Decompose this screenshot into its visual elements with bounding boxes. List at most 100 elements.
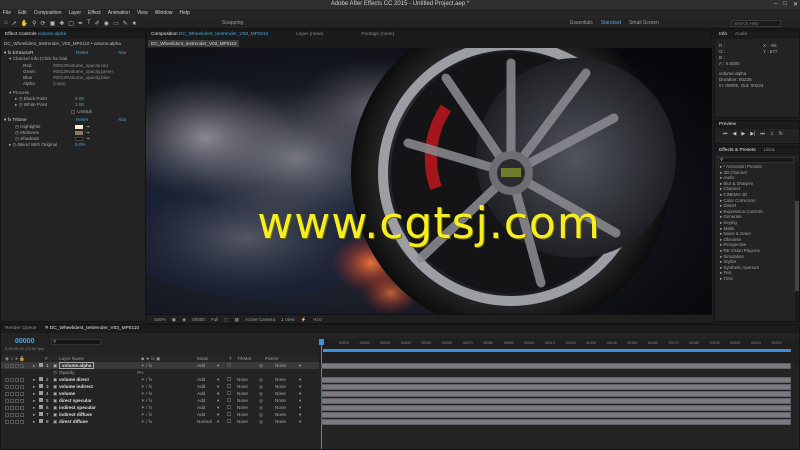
pickwhip-icon[interactable]: ◎: [259, 411, 263, 418]
blend-mode-dropdown[interactable]: Add: [197, 404, 205, 411]
layer-name[interactable]: direct diffuse: [59, 418, 88, 425]
work-area-bar[interactable]: [323, 349, 791, 352]
minimize-icon[interactable]: –: [774, 1, 777, 8]
timeline-layer-row[interactable]: ▸ 8 ▣ direct diffuse ✶ / fx Normal ▾ None ◎ None ▾: [1, 418, 319, 425]
stopwatch-icon[interactable]: ◷: [15, 130, 19, 135]
stopwatch-icon[interactable]: ◷: [13, 142, 17, 147]
av-switches[interactable]: [5, 390, 25, 397]
label-color-swatch[interactable]: [39, 412, 43, 416]
trkmat-header[interactable]: TrkMat: [237, 355, 251, 362]
pan-behind-tool-icon[interactable]: ✚: [59, 20, 64, 27]
workspace-standard[interactable]: Standard: [601, 20, 621, 26]
menu-layer[interactable]: Layer: [68, 9, 81, 18]
effects-category-item[interactable]: ▸ Time: [720, 276, 733, 282]
parent-dropdown[interactable]: None: [275, 411, 286, 418]
solo-icon[interactable]: [15, 419, 19, 424]
timeline-layer-row[interactable]: ▸ 2 ▣ volume direct ✶ / fx Add ▾ None ◎ None ▾: [1, 376, 319, 383]
pen-tool-icon[interactable]: ✒: [78, 20, 83, 27]
maximize-icon[interactable]: □: [783, 1, 787, 8]
white-point-value[interactable]: 1.00: [75, 102, 84, 108]
video-eye-icon[interactable]: [5, 412, 9, 417]
av-switches[interactable]: [5, 397, 25, 404]
expand-arrow-icon[interactable]: ▾: [4, 50, 6, 55]
pickwhip-icon[interactable]: ◎: [259, 404, 263, 411]
av-switches[interactable]: [5, 376, 25, 383]
trkmat-dropdown[interactable]: None: [237, 404, 248, 411]
blend-mode-dropdown[interactable]: Add: [197, 390, 205, 397]
layer-switches[interactable]: ✶ / fx: [141, 390, 152, 397]
layer-switches[interactable]: ✶ / fx: [141, 362, 152, 369]
video-eye-icon[interactable]: [5, 405, 9, 410]
video-eye-icon[interactable]: [5, 377, 9, 382]
effects-scrollbar[interactable]: [795, 161, 799, 321]
audio-icon[interactable]: [10, 398, 14, 403]
tritone-about-button[interactable]: Abo: [118, 117, 126, 123]
lock-icon[interactable]: [20, 405, 24, 410]
layer-name[interactable]: direct specular: [59, 397, 92, 404]
camera-tool-icon[interactable]: ▣: [50, 20, 56, 27]
video-eye-icon[interactable]: [5, 363, 9, 368]
tab-libraries[interactable]: Libra: [764, 147, 775, 155]
stopwatch-icon[interactable]: ◷: [53, 369, 57, 376]
blend-mode-dropdown[interactable]: Add: [197, 397, 205, 404]
unmult-checkbox[interactable]: UnMult: [71, 109, 92, 115]
menu-effect[interactable]: Effect: [88, 9, 101, 18]
layer-duration-bar[interactable]: [321, 362, 791, 369]
lock-icon[interactable]: [20, 398, 24, 403]
workspace-essentials[interactable]: Essentials: [570, 20, 593, 26]
pickwhip-icon[interactable]: ◎: [259, 418, 263, 425]
stopwatch-icon[interactable]: ◷: [15, 124, 19, 129]
solo-icon[interactable]: [15, 412, 19, 417]
layer-duration-bar[interactable]: [321, 376, 791, 383]
layer-switches[interactable]: ✶ / fx: [141, 404, 152, 411]
shadows-color-swatch[interactable]: [75, 137, 83, 141]
solo-icon[interactable]: [15, 405, 19, 410]
scrollbar-thumb[interactable]: [795, 201, 799, 291]
parent-dropdown[interactable]: None: [275, 376, 286, 383]
trkmat-dropdown[interactable]: None: [237, 411, 248, 418]
active-camera-dropdown[interactable]: Active Camera: [245, 315, 275, 323]
expand-arrow-icon[interactable]: ▸: [33, 390, 35, 397]
solo-icon[interactable]: [15, 363, 19, 368]
label-color-swatch[interactable]: [39, 363, 43, 367]
layer-duration-bar[interactable]: [321, 383, 791, 390]
preserve-transparency-checkbox[interactable]: [227, 405, 231, 409]
stopwatch-icon[interactable]: ◷: [15, 136, 19, 141]
preserve-transparency-checkbox[interactable]: [227, 363, 231, 367]
audio-icon[interactable]: [10, 419, 14, 424]
video-eye-icon[interactable]: [5, 391, 9, 396]
label-color-swatch[interactable]: [39, 391, 43, 395]
timeline-layer-row[interactable]: ▸ 1 ▣ volume.alpha ✶ / fx Add ▾ ◎ None ▾: [1, 362, 319, 369]
parent-header[interactable]: Parent: [265, 355, 279, 362]
chevron-down-icon[interactable]: ▾: [217, 411, 219, 418]
preserve-transparency-checkbox[interactable]: [227, 384, 231, 388]
pickwhip-icon[interactable]: ◎: [259, 383, 263, 390]
extractor-reset-button[interactable]: Reset: [76, 50, 88, 56]
timeline-layer-row[interactable]: ▸ 3 ▣ volume indirect ✶ / fx Add ▾ None ◎ None ▾: [1, 383, 319, 390]
parent-dropdown[interactable]: None: [275, 390, 286, 397]
lock-icon[interactable]: [20, 412, 24, 417]
menu-view[interactable]: View: [137, 9, 148, 18]
audio-icon[interactable]: [10, 377, 14, 382]
layer-switches[interactable]: ✶ / fx: [141, 411, 152, 418]
lock-icon[interactable]: [20, 384, 24, 389]
audio-icon[interactable]: [10, 363, 14, 368]
solo-icon[interactable]: [15, 377, 19, 382]
stopwatch-icon[interactable]: ◷: [19, 96, 23, 101]
chevron-down-icon[interactable]: ▾: [299, 404, 301, 411]
chevron-down-icon[interactable]: ▾: [299, 390, 301, 397]
blend-mode-dropdown[interactable]: Normal: [197, 418, 212, 425]
tab-composition[interactable]: Composition DC_Wheelident_testrender_V03…: [151, 31, 268, 39]
zoom-tool-icon[interactable]: ⚲: [32, 20, 36, 27]
chevron-down-icon[interactable]: ▾: [217, 376, 219, 383]
roto-tool-icon[interactable]: ✎: [123, 20, 128, 27]
view-layout-dropdown[interactable]: 1 View: [281, 315, 295, 323]
layer-name[interactable]: volume indirect: [59, 383, 93, 390]
expand-arrow-icon[interactable]: ▾: [9, 56, 11, 61]
menu-help[interactable]: Help: [179, 9, 189, 18]
pickwhip-icon[interactable]: ◎: [259, 397, 263, 404]
trkmat-dropdown[interactable]: None: [237, 376, 248, 383]
layer-duration-bar[interactable]: [321, 418, 791, 425]
expand-arrow-icon[interactable]: ▸: [33, 397, 35, 404]
solo-icon[interactable]: [15, 384, 19, 389]
